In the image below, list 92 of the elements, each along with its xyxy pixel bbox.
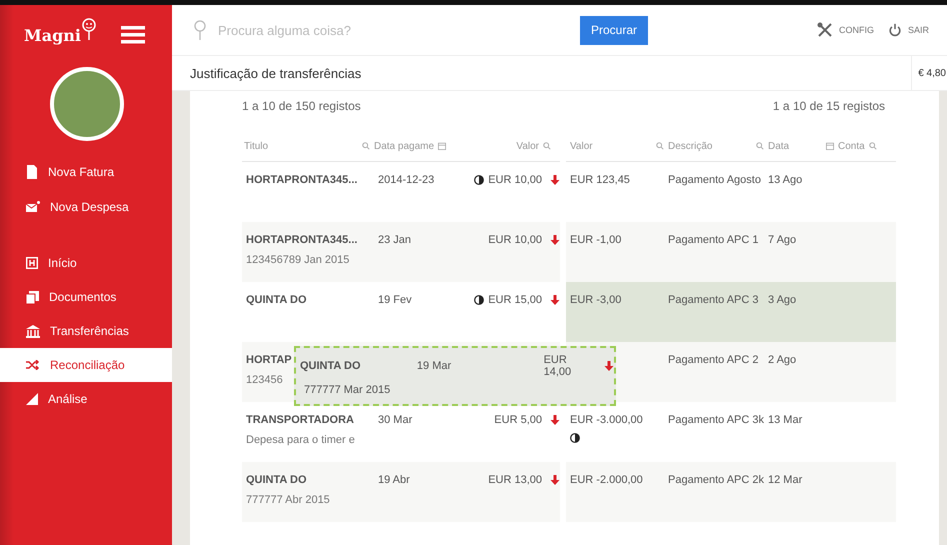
row-title: QUINTA DO <box>246 473 306 488</box>
table-cell: 23 Jan <box>378 234 412 246</box>
table-cell: 19 Fev <box>378 294 412 306</box>
settings-button[interactable]: CONFIG <box>816 22 874 38</box>
nav-link[interactable]: Nova Despesa <box>0 194 172 220</box>
table-cell: 2 Ago <box>768 354 796 366</box>
drag-preview-tooltip[interactable]: QUINTA DO 19 Mar EUR 14,00 777777 Mar 2015 <box>294 346 616 406</box>
column-header[interactable]: Data pagame <box>374 140 434 152</box>
search-button[interactable]: Procurar <box>580 16 648 44</box>
column-header[interactable]: Valor <box>570 140 593 152</box>
row-subtitle: 123456 <box>246 373 283 388</box>
table-cell: Pagamento APC 2k <box>668 474 764 486</box>
logo[interactable]: Magni <box>24 26 81 44</box>
record-count: 1 a 10 de 150 registos <box>242 99 361 115</box>
nav-item[interactable]: Análise <box>0 382 172 416</box>
row-subtitle: 123456789 Jan 2015 <box>246 253 350 268</box>
documents-icon <box>26 290 39 304</box>
search-icon <box>756 142 764 150</box>
page-title: Justificação de transferências <box>190 66 362 80</box>
pin-icon <box>194 20 206 40</box>
tools-icon <box>816 22 833 38</box>
table-row[interactable]: QUINTA DO 19 Fev EUR 15,00 <box>242 282 560 342</box>
amount: EUR 15,00 <box>488 293 542 308</box>
amount: EUR 5,00 <box>494 413 542 428</box>
table-row[interactable]: QUINTA DO 777777 Abr 2015 19 Abr EUR 13,00 <box>242 462 560 522</box>
document-icon <box>26 165 38 179</box>
row-title: TRANSPORTADORA <box>246 413 354 428</box>
row-subtitle: 777777 Mar 2015 <box>303 383 392 396</box>
row-subtitle: 777777 Abr 2015 <box>246 493 330 508</box>
calendar-icon <box>826 142 834 150</box>
table-cell: 7 Ago <box>768 234 796 246</box>
scrollbar[interactable] <box>939 91 947 545</box>
column-header[interactable]: Valor <box>516 140 539 152</box>
table-row[interactable]: EUR -3,00 Pagamento APC 3 3 Ago <box>566 282 896 342</box>
bar-chart-icon <box>26 393 38 405</box>
column-header[interactable]: Descrição <box>668 140 712 152</box>
search-icon <box>543 142 551 150</box>
table-row[interactable]: EUR -2.000,00 Pagamento APC 2k 12 Mar <box>566 462 896 522</box>
amount: EUR -2.000,00 <box>570 473 644 488</box>
column-header[interactable]: Titulo <box>244 140 268 152</box>
record-count: 1 a 10 de 15 registos <box>772 99 885 115</box>
smiley-icon <box>80 18 97 40</box>
table-cell: 2014-12-23 <box>378 174 434 186</box>
table-row[interactable]: EUR 123,45 Pagamento Agosto 13 Ago <box>566 162 896 222</box>
search-icon <box>868 142 877 150</box>
nav-item[interactable]: Reconciliação <box>0 348 172 382</box>
table-cell: Pagamento APC 3 <box>668 294 759 306</box>
row-title: QUINTA DO <box>246 293 306 308</box>
table-cell: Pagamento APC 3k <box>668 414 764 426</box>
table-row[interactable]: HORTAPRONTA345... 2014-12-23 EUR 10,00 <box>242 162 560 222</box>
nav-link[interactable]: Nova Fatura <box>0 159 172 185</box>
amount: EUR 10,00 <box>488 233 542 248</box>
row-title: HORTAP <box>246 353 292 368</box>
nav-item[interactable]: Documentos <box>0 280 172 314</box>
row-title: HORTAPRONTA345... <box>246 233 358 248</box>
table-cell: 13 Mar <box>768 414 802 426</box>
amount: EUR 13,00 <box>488 473 542 488</box>
shuffle-icon <box>26 360 40 370</box>
table-cell-text: 19 Mar <box>416 360 452 372</box>
amount: EUR -3,00 <box>570 293 622 308</box>
envelope-icon <box>26 201 40 213</box>
row-title: QUINTA DO <box>299 360 362 372</box>
amount: EUR 10,00 <box>488 173 542 188</box>
table-cell: 19 Abr <box>378 474 410 486</box>
nav-item[interactable]: Início <box>0 246 172 280</box>
search-icon <box>362 142 370 150</box>
search-icon <box>656 142 664 150</box>
menu-button[interactable] <box>120 25 145 45</box>
table-row[interactable]: EUR -1,00 Pagamento APC 1 7 Ago <box>566 222 896 282</box>
power-icon <box>888 22 902 38</box>
column-header[interactable]: Data <box>768 140 790 152</box>
row-title: HORTAPRONTA345... <box>246 173 358 188</box>
table-cell: 12 Mar <box>768 474 802 486</box>
amount: EUR -3.000,00 <box>570 413 644 428</box>
table-cell: 13 Ago <box>768 174 802 186</box>
table-cell: 30 Mar <box>378 414 412 426</box>
row-subtitle: Depesa para o timer e <box>246 433 355 448</box>
column-header[interactable]: Conta <box>838 140 865 152</box>
amount: EUR -1,00 <box>570 233 622 248</box>
table-cell: Pagamento APC 2 <box>668 354 759 366</box>
down-arrow-icon <box>604 361 614 371</box>
table-cell: Pagamento APC 1 <box>668 234 759 246</box>
table-cell: 3 Ago <box>768 294 796 306</box>
table-row[interactable]: HORTAPRONTA345... 123456789 Jan 2015 23 Jan EUR 10,00 <box>242 222 560 282</box>
balance: € 4,80 <box>911 56 947 90</box>
bank-icon <box>26 324 40 338</box>
grid-icon <box>26 257 38 269</box>
nav-item[interactable]: Transferências <box>0 314 172 348</box>
amount: EUR 123,45 <box>570 173 631 188</box>
logout-button[interactable]: SAIR <box>888 22 929 38</box>
calendar-icon <box>438 142 446 150</box>
table-cell: Pagamento Agosto <box>668 174 761 186</box>
